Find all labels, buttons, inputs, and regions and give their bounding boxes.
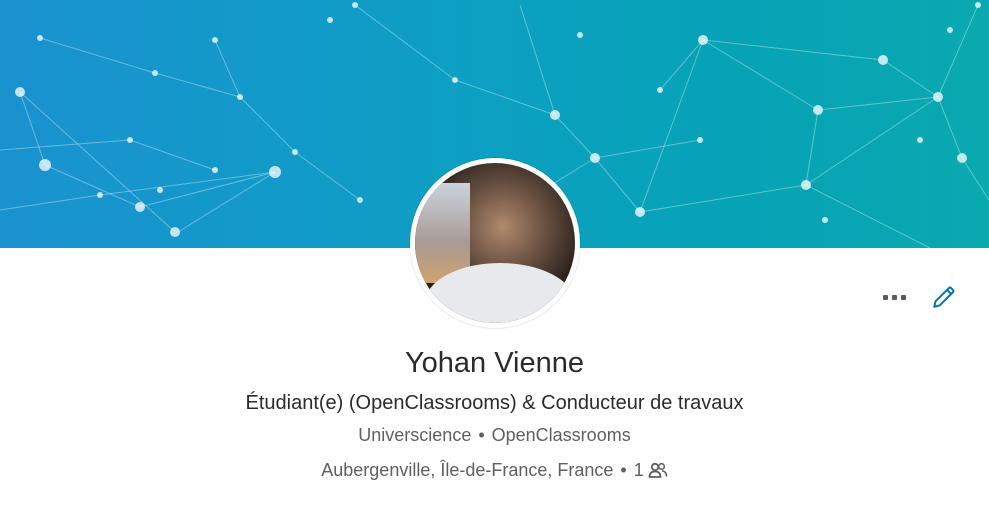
profile-photo[interactable] [410, 158, 580, 328]
ellipsis-icon [882, 294, 888, 300]
separator-dot: • [620, 460, 627, 480]
edit-profile-button[interactable] [929, 282, 959, 312]
company-link[interactable]: OpenClassrooms [492, 425, 631, 445]
profile-actions [879, 282, 959, 312]
connections-link[interactable]: 1 [634, 460, 668, 480]
profile-name: Yohan Vienne [404, 347, 585, 379]
profile-headline: Étudiant(e) (OpenClassrooms) & Conducteu… [245, 392, 744, 414]
more-actions-button[interactable] [879, 282, 909, 312]
connections-count: 1 [633, 460, 644, 480]
school-link[interactable]: Universcience [358, 425, 471, 445]
separator-dot: • [478, 425, 485, 445]
pencil-icon [933, 286, 955, 308]
location-text: Aubergenville, Île-de-France, France [321, 460, 614, 480]
profile-photo-image [415, 163, 575, 323]
profile-education-line: Universcience • OpenClassrooms [0, 422, 989, 448]
profile-location-line: Aubergenville, Île-de-France, France • 1 [0, 457, 989, 483]
people-icon [648, 462, 668, 478]
